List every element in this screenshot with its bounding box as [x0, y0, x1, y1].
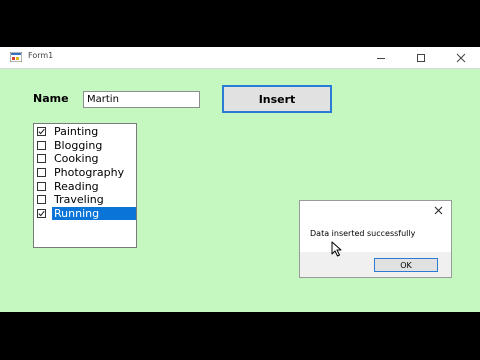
checkbox-checked[interactable]: [37, 127, 46, 137]
hobbies-checklist[interactable]: Painting Blogging Cooking Photography Readin…: [33, 123, 137, 248]
checkbox-checked[interactable]: [37, 208, 46, 218]
check-icon: [38, 210, 45, 217]
name-field[interactable]: [83, 91, 200, 108]
checkbox[interactable]: [37, 154, 46, 164]
close-icon: [456, 53, 466, 62]
list-item-label: Running: [52, 206, 136, 220]
close-icon: [434, 206, 442, 214]
list-item[interactable]: Blogging: [34, 139, 136, 153]
list-item[interactable]: Running: [34, 206, 136, 221]
list-item[interactable]: Photography: [34, 166, 136, 180]
list-item[interactable]: Reading: [34, 179, 136, 193]
list-item-label: Cooking: [54, 152, 99, 166]
list-item-label: Blogging: [54, 138, 103, 152]
minimize-button[interactable]: [366, 50, 396, 65]
message-text: Data inserted successfully: [310, 229, 416, 238]
maximize-icon: [417, 53, 425, 62]
check-icon: [38, 129, 45, 135]
list-item-label: Reading: [54, 179, 99, 193]
maximize-button[interactable]: [406, 50, 436, 65]
checkbox[interactable]: [37, 181, 46, 191]
name-label: Name: [33, 92, 69, 105]
ok-button[interactable]: OK: [374, 258, 438, 272]
list-item[interactable]: Painting: [34, 125, 136, 139]
checkbox[interactable]: [37, 140, 46, 150]
insert-button[interactable]: Insert: [222, 85, 332, 113]
list-item[interactable]: Cooking: [34, 152, 136, 166]
list-item-label: Traveling: [54, 193, 104, 207]
close-button[interactable]: [446, 50, 476, 65]
window-title: Form1: [28, 51, 54, 60]
checkbox[interactable]: [37, 168, 46, 178]
checkbox[interactable]: [37, 195, 46, 205]
message-area: Data inserted successfully: [300, 201, 451, 252]
form-window: Form1 Name Insert PaintingBloggingCookin…: [0, 47, 480, 312]
title-bar[interactable]: Form1: [0, 47, 480, 69]
mouse-cursor-icon: [331, 241, 342, 257]
message-close-button[interactable]: [431, 203, 445, 217]
list-item-label: Photography: [54, 166, 125, 180]
app-icon: [10, 52, 22, 62]
minimize-icon: [377, 57, 385, 59]
list-item[interactable]: Traveling: [34, 193, 136, 207]
message-box: Data inserted successfully OK: [299, 200, 452, 278]
list-item-label: Painting: [54, 125, 99, 139]
